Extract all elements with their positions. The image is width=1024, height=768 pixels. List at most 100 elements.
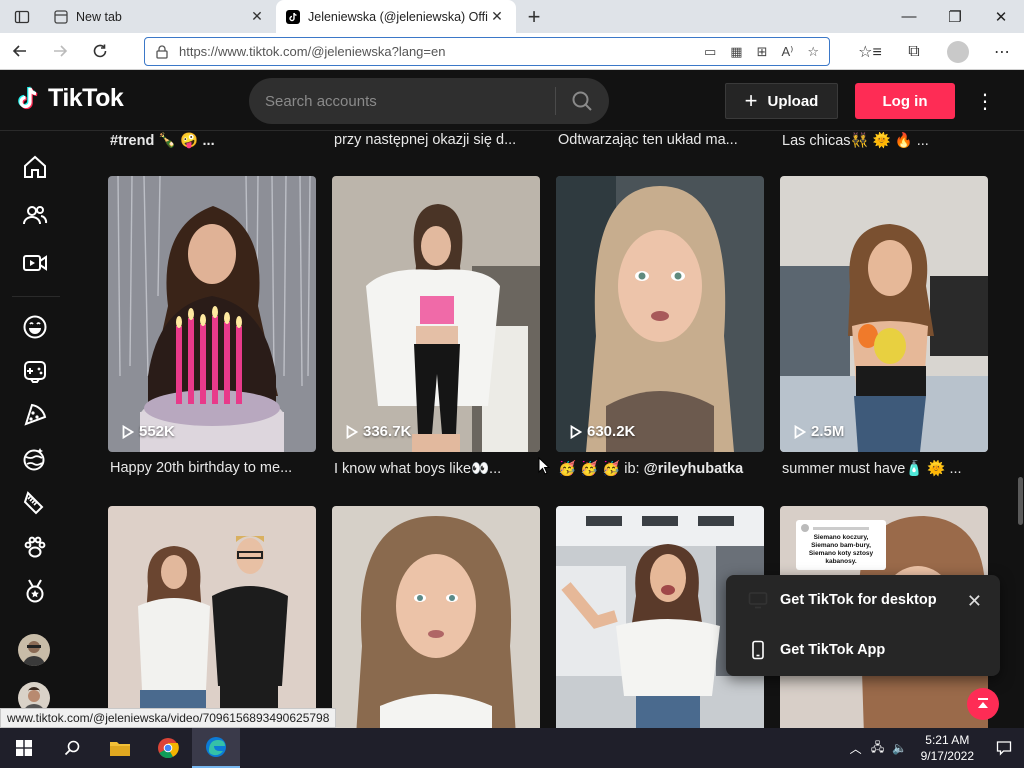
profile-icon[interactable]	[936, 33, 980, 70]
tab-jeleniewska[interactable]: Jeleniewska (@jeleniewska) Offic ✕	[276, 0, 516, 33]
following-icon[interactable]	[18, 198, 52, 232]
file-explorer-button[interactable]	[96, 728, 144, 768]
read-aloud-icon[interactable]: A⁾	[781, 44, 793, 60]
beauty-icon[interactable]	[18, 486, 52, 520]
travel-icon[interactable]	[18, 442, 52, 476]
page-scrollbar[interactable]	[1017, 132, 1024, 728]
tiktok-header: TikTok + Upload Log in ⋮	[0, 71, 1024, 131]
minimize-icon[interactable]: —	[886, 0, 932, 33]
tiktok-favicon-icon	[286, 9, 300, 24]
video-thumbnail[interactable]: 336.7K	[332, 176, 540, 452]
clock[interactable]: 5:21 AM 9/17/2022	[911, 732, 984, 764]
apps-icon[interactable]: ⊞	[757, 44, 768, 60]
refresh-button[interactable]	[80, 33, 120, 70]
chrome-icon	[158, 738, 179, 759]
comment-line: Siemano koczury,	[813, 534, 869, 541]
video-thumbnail[interactable]: 2.5M	[780, 176, 988, 452]
settings-more-icon[interactable]: ⋯	[980, 33, 1024, 70]
edge-icon	[206, 737, 226, 757]
collections-icon[interactable]: ⧉	[892, 33, 936, 70]
video-thumbnail[interactable]: 630.2K	[556, 176, 764, 452]
food-icon[interactable]	[18, 398, 52, 432]
get-mobile-app-link[interactable]: Get TikTok App	[748, 640, 885, 660]
edge-button[interactable]	[192, 728, 240, 768]
upload-button[interactable]: + Upload	[725, 83, 838, 119]
video-caption[interactable]: Odtwarzając ten układ ma...	[558, 132, 768, 148]
live-icon[interactable]	[18, 246, 52, 280]
address-bar[interactable]: https://www.tiktok.com/@jeleniewska?lang…	[144, 37, 830, 66]
video-caption[interactable]: #trend 🍾 🤪 ...	[110, 132, 320, 149]
gaming-icon[interactable]	[18, 354, 52, 388]
add-favorite-icon[interactable]: ☆	[807, 44, 819, 60]
forward-button[interactable]	[40, 33, 80, 70]
get-desktop-app-link[interactable]: Get TikTok for desktop	[748, 590, 937, 610]
video-caption[interactable]: I know what boys like👀...	[334, 460, 544, 477]
close-popup-icon[interactable]: ✕	[967, 591, 982, 612]
sports-medal-icon[interactable]	[18, 574, 52, 608]
video-caption[interactable]: przy następnej okazji się d...	[334, 132, 544, 148]
clock-time: 5:21 AM	[925, 733, 970, 747]
close-tab-icon[interactable]: ✕	[248, 8, 266, 25]
view-count-text: 630.2K	[587, 423, 636, 440]
tab-new-tab[interactable]: New tab ✕	[44, 0, 276, 33]
phone-icon	[752, 640, 764, 660]
back-button[interactable]	[0, 33, 40, 70]
restore-icon[interactable]: ❐	[932, 0, 978, 33]
upload-label: Upload	[767, 92, 819, 110]
search-button[interactable]	[556, 78, 608, 124]
video-thumbnail[interactable]	[108, 506, 316, 728]
show-hidden-icons-icon[interactable]: ︿	[845, 740, 867, 757]
chrome-button[interactable]	[144, 728, 192, 768]
animals-icon[interactable]	[18, 530, 52, 564]
network-icon[interactable]: 🖧	[867, 738, 889, 759]
video-caption[interactable]: 🥳 🥳 🥳 ib: @rileyhubatka	[558, 460, 768, 477]
new-tab-favicon-icon	[54, 9, 68, 24]
home-icon[interactable]	[18, 150, 52, 184]
avatar	[947, 40, 969, 63]
tiktok-note-icon	[18, 86, 38, 109]
browser-tab-strip: New tab ✕ Jeleniewska (@jeleniewska) Off…	[0, 0, 1024, 33]
video-caption[interactable]: Happy 20th birthday to me...	[110, 460, 320, 476]
url-text[interactable]: https://www.tiktok.com/@jeleniewska?lang…	[179, 44, 704, 59]
video-caption[interactable]: summer must have🧴 🌞 ...	[782, 460, 992, 477]
app-available-icon[interactable]: ▭	[704, 44, 716, 60]
favorites-icon[interactable]: ☆≡	[848, 33, 892, 70]
volume-icon[interactable]: 🔈	[889, 741, 911, 755]
caption-mention[interactable]: @rileyhubatka	[644, 461, 744, 477]
comment-line: Siemano koty sztosy	[808, 550, 874, 557]
close-window-icon[interactable]: ✕	[978, 0, 1024, 33]
qr-code-icon[interactable]: ▦	[730, 44, 742, 60]
tab-actions-icon[interactable]	[0, 0, 44, 33]
video-caption[interactable]: Las chicas👯 🌞 🔥 ...	[782, 132, 992, 149]
new-tab-button[interactable]: +	[516, 0, 552, 33]
search-bar	[249, 78, 609, 124]
sidebar-divider	[12, 296, 60, 297]
play-icon	[570, 424, 582, 439]
search-taskbar-button[interactable]	[48, 728, 96, 768]
scrollbar-thumb[interactable]	[1018, 477, 1023, 525]
notifications-icon[interactable]	[984, 740, 1024, 756]
comedy-icon[interactable]	[18, 310, 52, 344]
close-tab-icon[interactable]: ✕	[488, 8, 506, 25]
suggested-account-avatar[interactable]	[18, 634, 50, 666]
start-button[interactable]	[0, 728, 48, 768]
view-count-text: 552K	[139, 423, 175, 440]
view-count: 336.7K	[346, 423, 411, 440]
tiktok-logo[interactable]: TikTok	[16, 84, 124, 113]
tab-label: Jeleniewska (@jeleniewska) Offic	[308, 9, 488, 24]
lock-icon[interactable]	[145, 44, 179, 59]
video-thumbnail[interactable]	[332, 506, 540, 728]
video-thumbnail[interactable]: 552K	[108, 176, 316, 452]
play-icon	[122, 424, 134, 439]
scroll-to-top-button[interactable]	[967, 688, 999, 720]
login-button[interactable]: Log in	[855, 83, 955, 119]
windows-logo-icon	[16, 740, 32, 756]
folder-icon	[110, 742, 130, 756]
mobile-app-label: Get TikTok App	[780, 642, 886, 658]
search-input[interactable]	[249, 92, 555, 110]
mouse-cursor-icon	[538, 457, 550, 475]
desktop-app-label: Get TikTok for desktop	[780, 592, 937, 608]
view-count-text: 2.5M	[811, 423, 845, 440]
more-options-icon[interactable]: ⋮	[972, 83, 998, 119]
play-icon	[794, 424, 806, 439]
